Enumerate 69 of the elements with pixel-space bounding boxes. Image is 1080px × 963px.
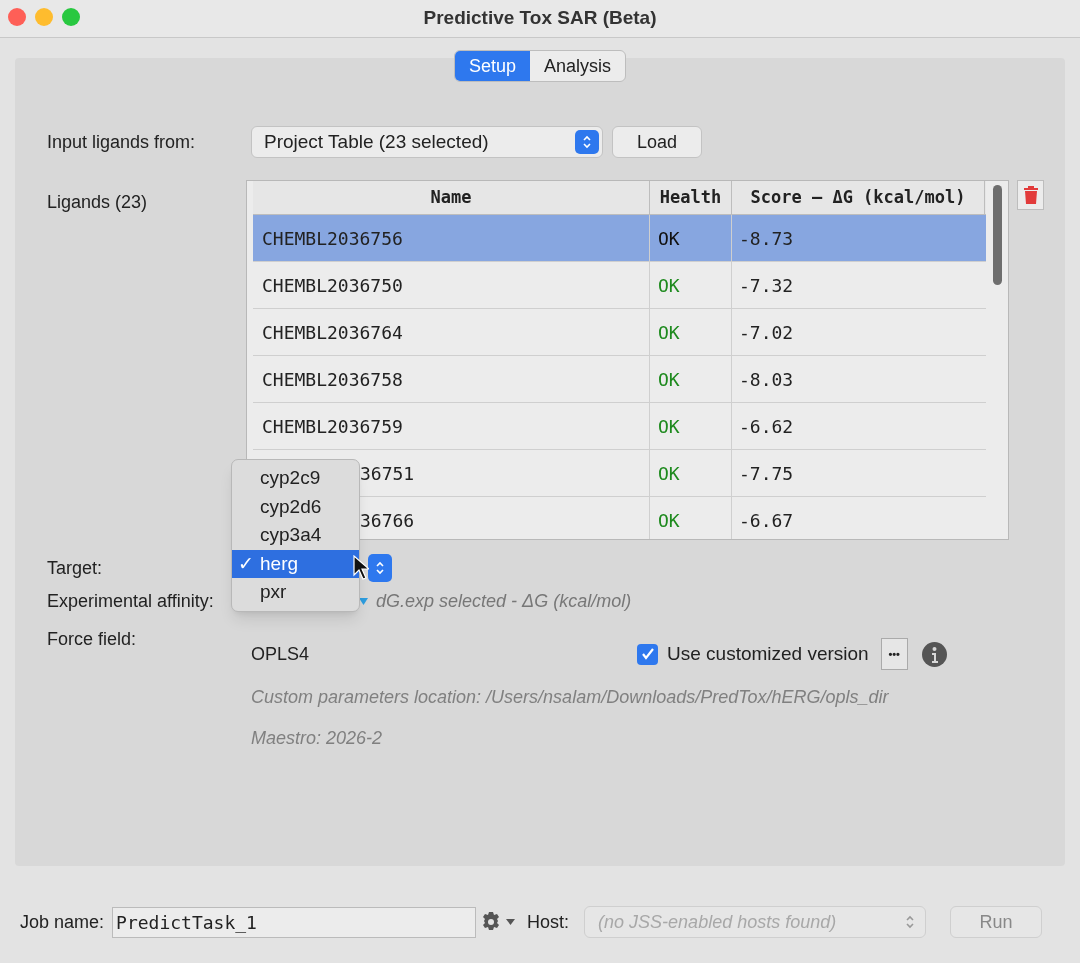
field-label: Target: bbox=[47, 557, 103, 578]
table-cell-text: 36766 bbox=[360, 508, 415, 533]
table-cell-text: OK bbox=[658, 273, 680, 298]
cursor-icon bbox=[353, 555, 369, 580]
table-cell-text: CHEMBL2036758 bbox=[262, 367, 403, 392]
table-cell-text: CHEMBL2036759 bbox=[262, 414, 403, 439]
menu-item[interactable]: ✓ herg bbox=[232, 549, 359, 578]
info-icon[interactable] bbox=[921, 641, 947, 667]
table-cell-text: -8.03 bbox=[739, 367, 794, 392]
window-title: Predictive Tox SAR (Beta) bbox=[423, 7, 657, 29]
table-cell-text: -7.02 bbox=[739, 320, 794, 345]
field-label: Experimental affinity: bbox=[47, 590, 214, 611]
field-label: Ligands (23) bbox=[47, 191, 149, 214]
field-label: Host: bbox=[527, 910, 570, 934]
table-cell-text: CHEMBL2036750 bbox=[262, 273, 403, 298]
delete-button[interactable] bbox=[1017, 180, 1044, 210]
scrollbar-thumb[interactable] bbox=[992, 185, 1002, 285]
job-name-field[interactable]: PredictTask_1 bbox=[112, 906, 477, 938]
trash-icon bbox=[1022, 185, 1039, 205]
column-header[interactable]: Name bbox=[253, 181, 650, 214]
checkbox[interactable] bbox=[637, 643, 658, 665]
affinity-value: dG.exp selected - ΔG (kcal/mol) bbox=[376, 589, 632, 613]
table-row[interactable]: CHEMBL2036759 OK -6.62 bbox=[253, 403, 986, 450]
column-header[interactable]: Health bbox=[650, 181, 732, 214]
check-mark-icon: ✓ bbox=[238, 549, 254, 578]
menu-item[interactable]: pxr bbox=[232, 578, 359, 607]
more-button[interactable]: ••• bbox=[880, 638, 908, 670]
table-cell-text: OK bbox=[658, 226, 680, 251]
stepper-icon bbox=[375, 560, 385, 576]
checkbox-label: Use customized version bbox=[667, 641, 869, 666]
stepper-icon bbox=[905, 914, 916, 930]
field-label: Input ligands from: bbox=[47, 130, 197, 154]
table-row[interactable]: CHEMBL2036756 OK -8.73 bbox=[253, 215, 986, 262]
close-window-icon[interactable] bbox=[8, 8, 26, 26]
table-cell-text: OK bbox=[658, 414, 680, 439]
force-field-value: OPLS4 bbox=[251, 642, 311, 666]
stepper-icon bbox=[582, 134, 592, 150]
table-cell-text: 36751 bbox=[360, 461, 415, 486]
column-header[interactable]: Score – ΔG (kcal/mol) bbox=[732, 181, 985, 214]
table-cell-text: -8.73 bbox=[739, 226, 794, 251]
caret-icon[interactable] bbox=[506, 919, 516, 925]
menu-item-label: cyp3a4 bbox=[260, 523, 322, 547]
tab[interactable]: Analysis bbox=[530, 51, 626, 81]
table-cell-text: OK bbox=[658, 508, 680, 533]
table-cell-text: OK bbox=[658, 320, 680, 345]
table-row[interactable]: CHEMBL2036750 OK -7.32 bbox=[253, 262, 986, 309]
load-button[interactable]: Load bbox=[612, 126, 702, 158]
maestro-version-text: Maestro: 2026-2 bbox=[251, 728, 383, 748]
menu-item-label: cyp2d6 bbox=[260, 494, 322, 519]
table-row[interactable]: CHEMBL2036758 OK -8.03 bbox=[253, 356, 986, 403]
table-cell-text: OK bbox=[658, 461, 680, 486]
field-label: Force field: bbox=[47, 628, 138, 651]
menu-item-label: pxr bbox=[260, 580, 287, 604]
custom-location-text: Custom parameters location: /Users/nsalam/Downloads/PredTox/hERG/opls_dir bbox=[251, 687, 889, 707]
table-cell-text: -6.62 bbox=[739, 414, 794, 439]
source-dropdown[interactable]: Project Table (23 selected) bbox=[251, 126, 603, 158]
field-label: Job name: bbox=[20, 910, 105, 934]
table-row[interactable]: CHEMBL2036764 OK -7.02 bbox=[253, 309, 986, 356]
table-cell-text: -7.32 bbox=[739, 273, 794, 298]
check-icon bbox=[640, 647, 655, 661]
table-cell-text: OK bbox=[658, 367, 680, 392]
table-cell-text: -7.75 bbox=[739, 461, 794, 486]
menu-item-label: herg bbox=[260, 551, 299, 576]
table-cell-text: CHEMBL2036764 bbox=[262, 320, 403, 345]
menu-item-label: cyp2c9 bbox=[260, 466, 321, 490]
tab[interactable]: Setup bbox=[454, 51, 530, 81]
menu-item[interactable]: cyp3a4 bbox=[232, 521, 359, 550]
table-cell-text: -6.67 bbox=[739, 508, 794, 533]
table-cell-text: CHEMBL2036756 bbox=[262, 226, 403, 251]
